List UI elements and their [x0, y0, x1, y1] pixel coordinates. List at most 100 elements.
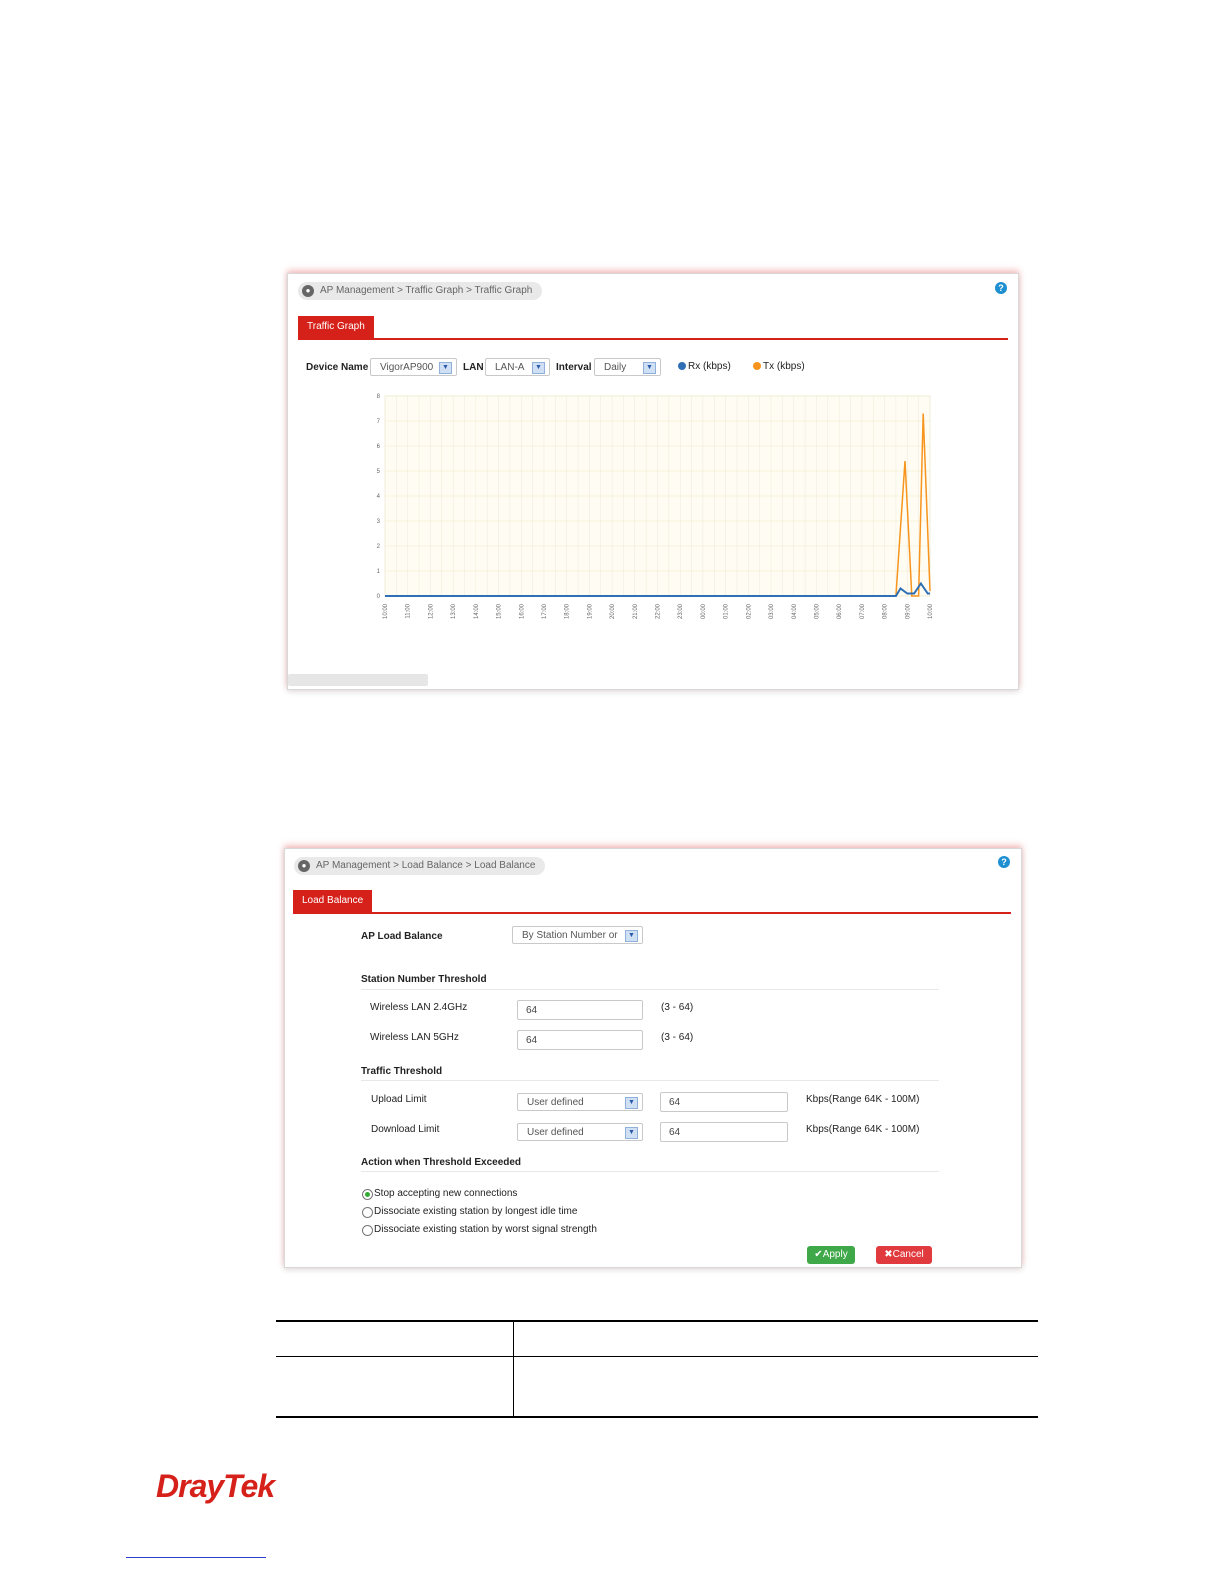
lan-value: LAN-A	[495, 362, 525, 373]
y-tick-label: 6	[377, 444, 381, 450]
x-tick-label: 21:00	[633, 603, 639, 619]
wlan5-input[interactable]	[517, 1030, 643, 1050]
x-tick-label: 22:00	[656, 603, 662, 619]
wlan24-input[interactable]	[517, 1000, 643, 1020]
x-tick-label: 04:00	[792, 603, 798, 619]
check-icon: ✔	[814, 1249, 823, 1260]
device-name-label: Device Name	[306, 362, 369, 373]
radio-worst-signal[interactable]	[362, 1225, 373, 1236]
location-pin-icon: ●	[298, 860, 310, 872]
radio-longest-idle[interactable]	[362, 1207, 373, 1218]
action-title: Action when Threshold Exceeded	[361, 1157, 522, 1168]
wlan5-range: (3 - 64)	[661, 1032, 694, 1043]
upload-mode-select[interactable]: User defined ▼	[517, 1093, 643, 1111]
x-tick-label: 16:00	[519, 603, 525, 619]
download-range: Kbps(Range 64K - 100M)	[806, 1124, 920, 1135]
help-icon[interactable]: ?	[995, 282, 1007, 294]
x-tick-label: 05:00	[814, 603, 820, 619]
device-name-value: VigorAP900	[380, 362, 434, 373]
chevron-down-icon: ▼	[643, 362, 656, 374]
interval-value: Daily	[604, 362, 627, 373]
x-tick-label: 11:00	[406, 603, 412, 618]
option-stop-accepting[interactable]: Stop accepting new connections	[374, 1188, 517, 1199]
legend-tx-label: Tx (kbps)	[763, 361, 805, 372]
download-limit-input[interactable]	[660, 1122, 788, 1142]
x-tick-label: 07:00	[860, 603, 866, 619]
device-name-select[interactable]: VigorAP900 ▼	[370, 358, 457, 376]
upload-range: Kbps(Range 64K - 100M)	[806, 1094, 920, 1105]
load-balance-panel: ● AP Management > Load Balance > Load Ba…	[284, 848, 1022, 1268]
option-longest-idle[interactable]: Dissociate existing station by longest i…	[374, 1206, 577, 1217]
y-tick-label: 5	[377, 469, 381, 475]
table-column-rule	[513, 1320, 514, 1418]
lan-label: LAN	[463, 362, 484, 373]
tab-load-balance[interactable]: Load Balance	[293, 890, 373, 912]
legend-tx[interactable]: Tx (kbps)	[753, 361, 805, 372]
x-tick-label: 01:00	[724, 603, 730, 619]
y-tick-label: 1	[377, 569, 381, 575]
legend-rx[interactable]: Rx (kbps)	[678, 361, 731, 372]
interval-select[interactable]: Daily ▼	[594, 358, 661, 376]
radio-stop-accepting[interactable]	[362, 1189, 373, 1200]
table-top-rule	[276, 1320, 1038, 1322]
breadcrumb: ● AP Management > Load Balance > Load Ba…	[294, 857, 546, 875]
x-tick-label: 14:00	[474, 603, 480, 619]
legend-rx-dot	[678, 362, 686, 371]
table-bottom-rule	[276, 1416, 1038, 1418]
interval-label: Interval	[556, 362, 592, 373]
help-icon[interactable]: ?	[998, 856, 1010, 868]
x-tick-label: 12:00	[428, 603, 434, 619]
tab-underline	[293, 912, 1011, 914]
station-threshold-title: Station Number Threshold	[361, 974, 487, 985]
upload-label: Upload Limit	[371, 1094, 427, 1105]
x-tick-label: 10:00	[383, 603, 389, 619]
x-tick-label: 23:00	[678, 603, 684, 619]
upload-limit-input[interactable]	[660, 1092, 788, 1112]
divider	[361, 989, 939, 990]
traffic-threshold-title: Traffic Threshold	[361, 1066, 443, 1077]
apply-button[interactable]: ✔Apply	[807, 1246, 855, 1264]
ap-load-balance-select[interactable]: By Station Number or ▼	[512, 926, 643, 944]
legend-rx-label: Rx (kbps)	[688, 361, 731, 372]
wlan5-label: Wireless LAN 5GHz	[370, 1032, 459, 1043]
divider	[361, 1171, 939, 1172]
tab-underline	[298, 338, 1008, 340]
y-tick-label: 7	[377, 419, 381, 425]
option-worst-signal[interactable]: Dissociate existing station by worst sig…	[374, 1224, 597, 1235]
breadcrumb-text: AP Management > Load Balance > Load Bala…	[316, 860, 536, 871]
cancel-button[interactable]: ✖Cancel	[876, 1246, 932, 1264]
draytek-logo: DrayTek	[156, 1468, 275, 1504]
chevron-down-icon: ▼	[532, 362, 545, 374]
x-tick-label: 06:00	[837, 603, 843, 619]
divider	[361, 1080, 939, 1081]
table-header-rule	[276, 1356, 1038, 1357]
breadcrumb-text: AP Management > Traffic Graph > Traffic …	[320, 285, 533, 296]
legend-tx-dot	[753, 362, 761, 371]
breadcrumb: ● AP Management > Traffic Graph > Traffi…	[298, 282, 543, 300]
apply-label: Apply	[822, 1249, 848, 1260]
wlan24-range: (3 - 64)	[661, 1002, 694, 1013]
horizontal-scrollbar[interactable]	[288, 674, 428, 686]
lan-select[interactable]: LAN-A ▼	[485, 358, 550, 376]
traffic-graph-panel: ● AP Management > Traffic Graph > Traffi…	[287, 273, 1019, 690]
chevron-down-icon: ▼	[625, 930, 638, 942]
ap-load-balance-label: AP Load Balance	[361, 931, 443, 942]
x-icon: ✖	[884, 1249, 893, 1260]
wlan24-label: Wireless LAN 2.4GHz	[370, 1002, 468, 1013]
x-tick-label: 08:00	[883, 603, 889, 619]
x-tick-label: 13:00	[451, 603, 457, 619]
download-mode-select[interactable]: User defined ▼	[517, 1123, 643, 1141]
x-tick-label: 18:00	[565, 603, 571, 619]
x-tick-label: 20:00	[610, 603, 616, 619]
download-label: Download Limit	[371, 1124, 440, 1135]
y-tick-label: 2	[377, 544, 381, 550]
y-tick-label: 8	[377, 394, 381, 400]
x-tick-label: 02:00	[746, 603, 752, 619]
tab-traffic-graph[interactable]: Traffic Graph	[298, 316, 374, 338]
y-tick-label: 4	[377, 494, 381, 500]
x-tick-label: 19:00	[587, 603, 593, 619]
chevron-down-icon: ▼	[625, 1127, 638, 1139]
ap-load-balance-value: By Station Number or	[522, 930, 618, 941]
x-tick-label: 03:00	[769, 603, 775, 619]
x-tick-label: 17:00	[542, 603, 548, 619]
